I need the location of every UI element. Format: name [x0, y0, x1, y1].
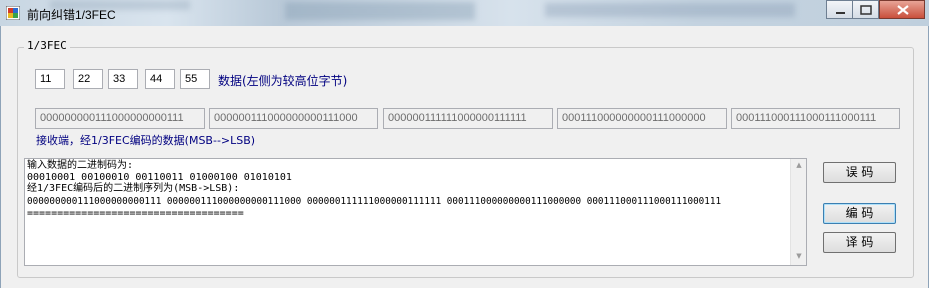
close-button[interactable]	[879, 0, 925, 19]
background-blur	[285, 2, 475, 20]
encoded-box-5[interactable]: 000111000111000111000111	[731, 108, 900, 129]
vertical-scrollbar[interactable]: ▲ ▼	[790, 159, 806, 265]
byte-input-4[interactable]	[145, 69, 175, 89]
receiver-label: 接收端，经1/3FEC编码的数据(MSB-->LSB)	[36, 134, 256, 147]
output-line: 输入数据的二进制码为:	[27, 160, 134, 171]
output-line: 00010001 00100010 00110011 01000100 0101…	[27, 172, 292, 183]
app-icon	[6, 6, 20, 20]
byte-input-3[interactable]	[108, 69, 138, 89]
input-hint-label: 数据(左侧为较高位字节)	[218, 74, 348, 88]
output-line: 000000000111000000000111 000000111000000…	[27, 196, 722, 207]
window-title: 前向纠错1/3FEC	[27, 8, 116, 22]
byte-input-2[interactable]	[73, 69, 103, 89]
maximize-icon	[860, 5, 872, 15]
byte-input-5[interactable]	[180, 69, 210, 89]
minimize-icon	[836, 12, 845, 14]
minimize-button[interactable]	[826, 0, 853, 19]
encoded-box-4[interactable]: 000111000000000111000000	[557, 108, 727, 129]
scroll-down-icon[interactable]: ▼	[791, 252, 807, 260]
encoded-box-3[interactable]: 000000111111000000111111	[383, 108, 553, 129]
close-icon	[897, 5, 909, 15]
scroll-up-icon[interactable]: ▲	[791, 161, 807, 169]
maximize-button[interactable]	[852, 0, 879, 19]
output-line: 经1/3FEC编码后的二进制序列为(MSB->LSB):	[27, 183, 240, 194]
encoded-box-2[interactable]: 000000111000000000111000	[209, 108, 378, 129]
output-line: ====================================	[27, 208, 244, 219]
encode-button[interactable]: 编 码	[823, 203, 896, 224]
background-blur	[545, 3, 795, 17]
byte-input-1[interactable]	[35, 69, 65, 89]
error-button[interactable]: 误 码	[823, 162, 896, 183]
decode-button[interactable]: 译 码	[823, 232, 896, 253]
groupbox-label: 1/3FEC	[24, 39, 70, 52]
encoded-box-1[interactable]: 000000000111000000000111	[35, 108, 205, 129]
